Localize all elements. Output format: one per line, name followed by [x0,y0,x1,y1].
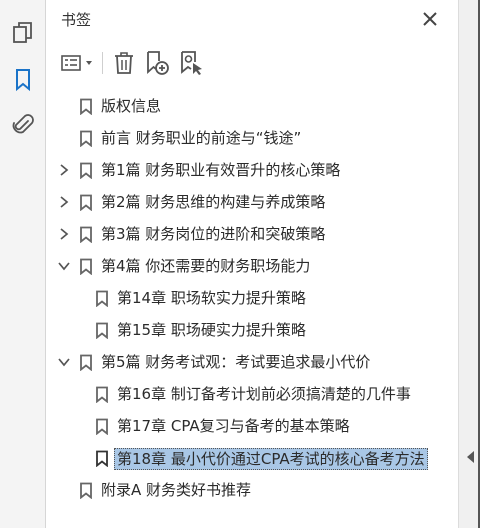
bookmark-label: 第14章 职场软实力提升策略 [117,289,306,307]
bookmark-row[interactable]: 第16章 制订备考计划前必须搞清楚的几件事 [47,378,458,410]
bookmark-label: 前言 财务职业的前途与“钱途” [101,129,302,147]
bookmark-from-selection-icon[interactable] [177,49,205,77]
left-navigation-rail [0,0,46,528]
bookmark-item-icon [79,162,93,180]
bookmark-row[interactable]: 第3篇 财务岗位的进阶和突破策略 [47,218,458,250]
bookmark-item-icon [79,354,93,372]
bookmark-item-icon [95,386,109,404]
bookmarks-panel: 书签 版权信息 前言 财务职业的前途与“钱途” 第1篇 财务职业有效晋升的核心策… [47,0,458,528]
bookmarks-toolbar [47,46,458,80]
bookmark-item-icon [79,194,93,212]
bookmark-icon[interactable] [8,65,38,95]
bookmark-row[interactable]: 第1篇 财务职业有效晋升的核心策略 [47,154,458,186]
bookmark-item-icon [95,418,109,436]
chevron-right-icon[interactable] [57,195,71,209]
panel-header: 书签 [47,0,458,38]
bookmark-label: 第18章 最小代价通过CPA考试的核心备考方法 [114,448,428,470]
options-menu-icon[interactable] [59,49,97,77]
bookmark-label: 版权信息 [101,97,162,115]
close-icon[interactable] [419,8,441,30]
bookmark-row[interactable]: 前言 财务职业的前途与“钱途” [47,122,458,154]
bookmark-label: 第4篇 你还需要的财务职场能力 [101,257,311,275]
bookmark-label: 附录A 财务类好书推荐 [101,481,252,499]
bookmark-row[interactable]: 第2篇 财务思维的构建与养成策略 [47,186,458,218]
bookmark-row[interactable]: 第4篇 你还需要的财务职场能力 [47,250,458,282]
bookmark-row[interactable]: 第14章 职场软实力提升策略 [47,282,458,314]
bookmark-row[interactable]: 第5篇 财务考试观：考试要追求最小代价 [47,346,458,378]
bookmark-label: 第3篇 财务岗位的进阶和突破策略 [101,225,326,243]
delete-icon[interactable] [111,49,137,77]
bookmark-row[interactable]: 第18章 最小代价通过CPA考试的核心备考方法 [47,442,458,474]
bookmark-item-icon [79,98,93,116]
chevron-right-icon[interactable] [57,163,71,177]
bookmark-row[interactable]: 版权信息 [47,90,458,122]
panel-collapse-strip[interactable] [458,0,480,528]
bookmark-item-icon [95,322,109,340]
pages-icon[interactable] [8,18,38,48]
bookmark-item-icon [79,482,93,500]
bookmark-item-icon [95,450,109,468]
bookmark-label: 第5篇 财务考试观：考试要追求最小代价 [101,353,371,371]
bookmark-label: 第2篇 财务思维的构建与养成策略 [101,193,326,211]
bookmark-item-icon [79,226,93,244]
bookmark-row[interactable]: 第15章 职场硬实力提升策略 [47,314,458,346]
bookmark-row[interactable]: 附录A 财务类好书推荐 [47,474,458,506]
bookmark-label: 第17章 CPA复习与备考的基本策略 [117,417,350,435]
attachment-icon[interactable] [8,110,38,140]
bookmark-item-icon [79,258,93,276]
panel-title: 书签 [61,11,92,29]
chevron-down-icon[interactable] [57,259,71,273]
bookmark-item-icon [95,290,109,308]
toolbar-separator [102,52,103,74]
chevron-right-icon[interactable] [57,227,71,241]
bookmark-label: 第15章 职场硬实力提升策略 [117,321,306,339]
bookmark-item-icon [79,130,93,148]
bookmark-label: 第16章 制订备考计划前必须搞清楚的几件事 [117,385,411,403]
bookmark-row[interactable]: 第17章 CPA复习与备考的基本策略 [47,410,458,442]
collapse-arrow-icon[interactable] [465,450,475,464]
chevron-down-icon[interactable] [57,355,71,369]
bookmark-label: 第1篇 财务职业有效晋升的核心策略 [101,161,341,179]
new-bookmark-icon[interactable] [143,49,171,77]
